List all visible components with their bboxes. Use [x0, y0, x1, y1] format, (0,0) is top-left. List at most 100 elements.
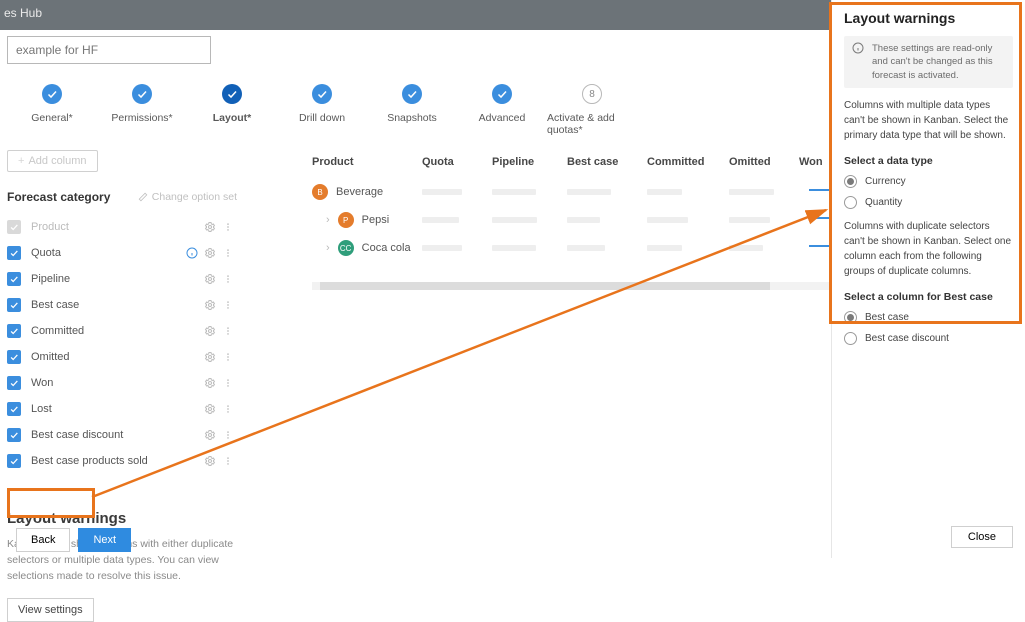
best-case-option[interactable]: Best case [844, 311, 1013, 324]
select-data-type-heading: Select a data type [844, 155, 1013, 167]
column-header: Omitted [729, 156, 799, 168]
view-settings-button[interactable]: View settings [7, 598, 94, 622]
data-type-option[interactable]: Currency [844, 175, 1013, 188]
category-row: Best case discount [7, 422, 237, 448]
step-layout-[interactable]: Layout* [187, 84, 277, 124]
step-snapshots[interactable]: Snapshots [367, 84, 457, 124]
info-icon [852, 42, 864, 82]
more-icon[interactable] [219, 429, 237, 441]
panel-paragraph-2: Columns with duplicate selectors can't b… [844, 219, 1013, 279]
best-case-option[interactable]: Best case discount [844, 332, 1013, 345]
step-advanced[interactable]: Advanced [457, 84, 547, 124]
panel-title: Layout warnings [844, 10, 1013, 26]
table-row: ›CCCoca cola75 [312, 234, 852, 262]
category-row: Best case [7, 292, 237, 318]
gear-icon[interactable] [201, 273, 219, 285]
row-name: Coca cola [362, 242, 411, 254]
checkbox[interactable] [7, 376, 21, 390]
checkbox[interactable] [7, 454, 21, 468]
chevron-right-icon[interactable]: › [312, 242, 330, 254]
gear-icon[interactable] [201, 299, 219, 311]
category-label: Product [31, 221, 201, 233]
column-header: Pipeline [492, 156, 567, 168]
column-header: Quota [422, 156, 492, 168]
step-activate-add-quotas-[interactable]: 8Activate & add quotas* [547, 84, 637, 136]
more-icon[interactable] [219, 377, 237, 389]
more-icon[interactable] [219, 455, 237, 467]
checkbox[interactable] [7, 350, 21, 364]
checkbox[interactable] [7, 298, 21, 312]
table-row: ›PPepsi75 [312, 206, 852, 234]
column-header: Product [312, 156, 422, 168]
more-icon[interactable] [219, 221, 237, 233]
category-label: Best case products sold [31, 455, 201, 467]
gear-icon[interactable] [201, 429, 219, 441]
gear-icon[interactable] [201, 325, 219, 337]
more-icon[interactable] [219, 299, 237, 311]
checkbox[interactable] [7, 402, 21, 416]
add-column-button[interactable]: +Add column [7, 150, 98, 172]
category-row: Quota [7, 240, 237, 266]
gear-icon[interactable] [201, 403, 219, 415]
gear-icon[interactable] [201, 455, 219, 467]
back-button[interactable]: Back [16, 528, 70, 552]
category-label: Committed [31, 325, 201, 337]
category-label: Omitted [31, 351, 201, 363]
category-row: Pipeline [7, 266, 237, 292]
more-icon[interactable] [219, 403, 237, 415]
avatar-badge: CC [338, 240, 354, 256]
avatar-badge: B [312, 184, 328, 200]
checkbox[interactable] [7, 428, 21, 442]
category-label: Lost [31, 403, 201, 415]
category-row: Best case products sold [7, 448, 237, 474]
category-row: Omitted [7, 344, 237, 370]
column-header: Best case [567, 156, 647, 168]
checkbox[interactable] [7, 246, 21, 260]
radio-icon [844, 311, 857, 324]
select-best-case-heading: Select a column for Best case [844, 291, 1013, 303]
category-label: Quota [31, 247, 183, 259]
gear-icon[interactable] [201, 377, 219, 389]
gear-icon[interactable] [201, 221, 219, 233]
gear-icon[interactable] [201, 351, 219, 363]
layout-warnings-panel: Layout warnings These settings are read-… [831, 0, 1025, 558]
checkbox[interactable] [7, 324, 21, 338]
row-name: Pepsi [362, 214, 390, 226]
checkbox[interactable] [7, 272, 21, 286]
table-row: BBeverage75 [312, 178, 852, 206]
data-type-option[interactable]: Quantity [844, 196, 1013, 209]
radio-label: Best case [865, 312, 909, 323]
forecast-title-input[interactable] [7, 36, 211, 64]
info-icon[interactable] [183, 247, 201, 259]
category-row: Won [7, 370, 237, 396]
checkbox[interactable] [7, 220, 21, 234]
more-icon[interactable] [219, 273, 237, 285]
category-row: Product [7, 214, 237, 240]
panel-paragraph-1: Columns with multiple data types can't b… [844, 98, 1013, 143]
preview-header: ProductQuotaPipelineBest caseCommittedOm… [312, 150, 852, 178]
horizontal-scrollbar[interactable] [312, 282, 852, 290]
chevron-right-icon[interactable]: › [312, 214, 330, 226]
radio-label: Quantity [865, 197, 902, 208]
close-button[interactable]: Close [951, 526, 1013, 548]
category-label: Won [31, 377, 201, 389]
forecast-category-heading: Forecast category [7, 190, 110, 204]
step-permissions-[interactable]: Permissions* [97, 84, 187, 124]
more-icon[interactable] [219, 351, 237, 363]
change-option-set-link[interactable]: Change option set [138, 191, 237, 203]
next-button[interactable]: Next [78, 528, 131, 552]
layout-warnings-heading: Layout warnings [7, 510, 237, 527]
radio-icon [844, 196, 857, 209]
readonly-text: These settings are read-only and can't b… [872, 42, 1005, 82]
more-icon[interactable] [219, 325, 237, 337]
column-header: Committed [647, 156, 729, 168]
category-row: Lost [7, 396, 237, 422]
gear-icon[interactable] [201, 247, 219, 259]
step-drill-down[interactable]: Drill down [277, 84, 367, 124]
more-icon[interactable] [219, 247, 237, 259]
category-label: Pipeline [31, 273, 201, 285]
category-row: Committed [7, 318, 237, 344]
radio-icon [844, 332, 857, 345]
step-general-[interactable]: General* [7, 84, 97, 124]
radio-icon [844, 175, 857, 188]
